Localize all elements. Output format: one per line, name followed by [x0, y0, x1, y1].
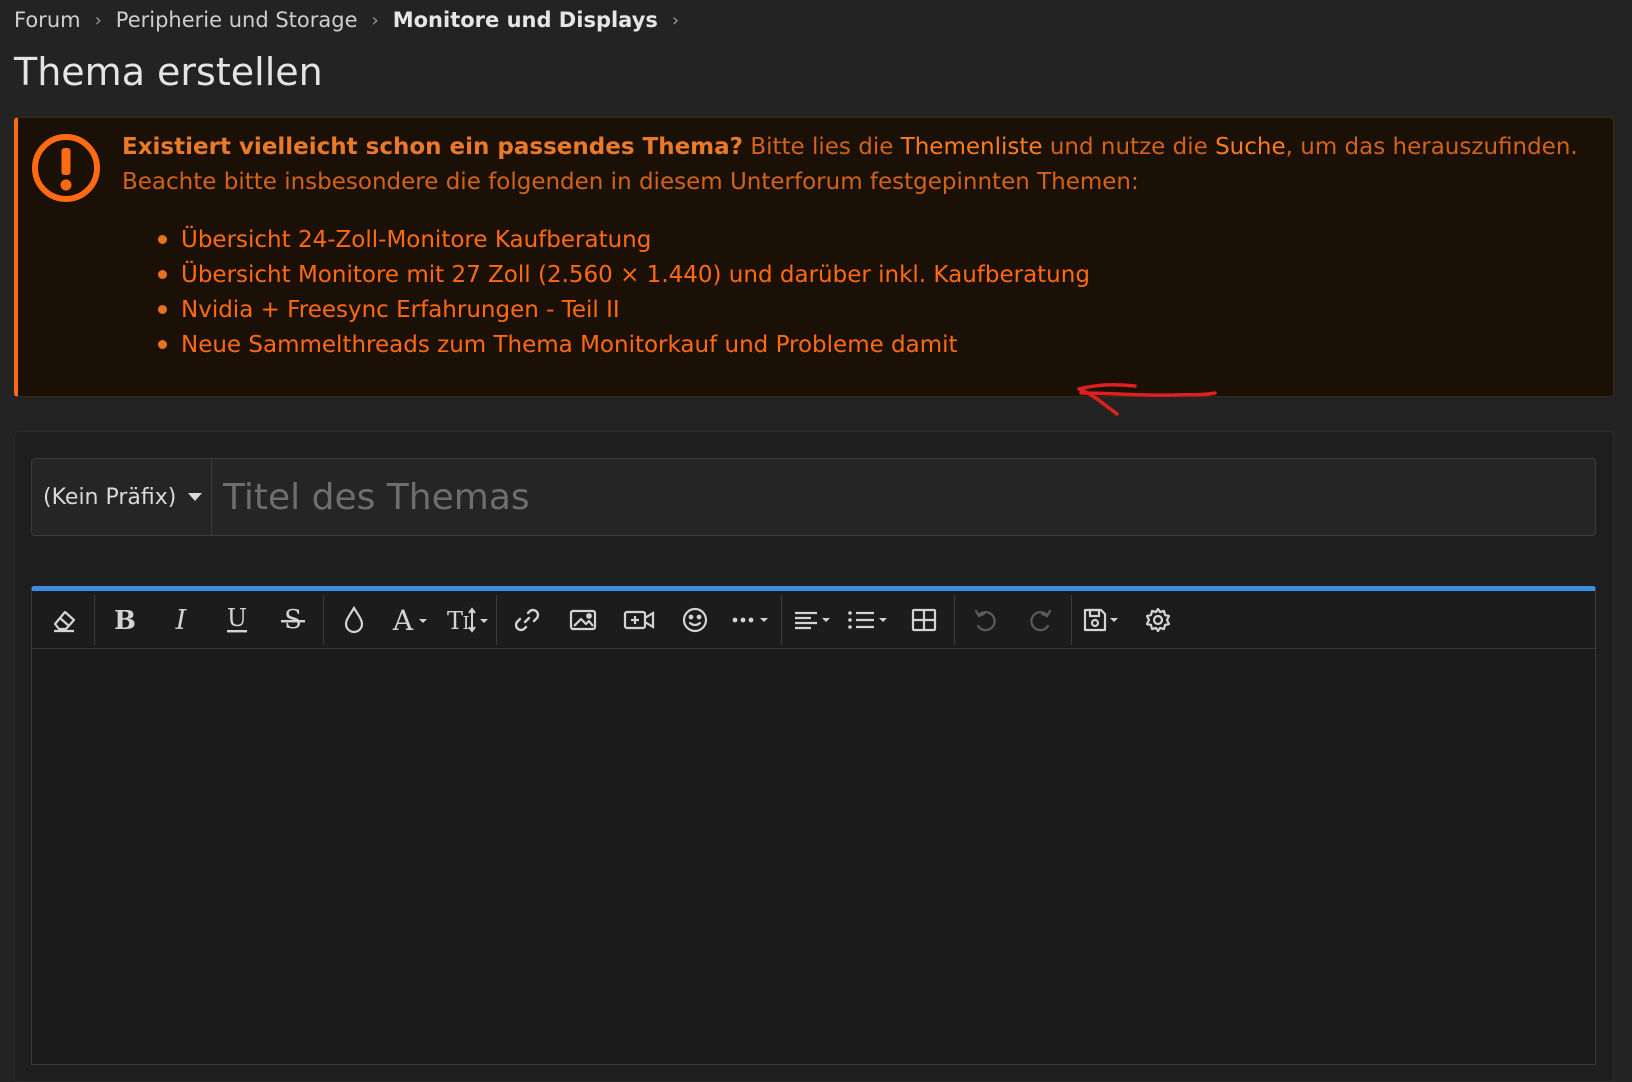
underline-icon[interactable]: U	[209, 595, 265, 645]
title-row: (Kein Präfix)	[31, 458, 1596, 536]
font-size-icon[interactable]: TI	[438, 595, 494, 645]
svg-text:U: U	[227, 605, 247, 632]
toolbar-divider	[323, 594, 324, 645]
bullet-icon	[158, 305, 167, 314]
pinned-thread-link[interactable]: Neue Sammelthreads zum Thema Monitorkauf…	[158, 327, 1090, 362]
pinned-thread-link[interactable]: Nvidia + Freesync Erfahrungen - Teil II	[158, 292, 1090, 327]
toolbar-divider	[94, 594, 95, 645]
editor-content-area[interactable]	[32, 653, 1595, 1064]
toolbar-divider	[1071, 594, 1072, 645]
notice-text: Existiert vielleicht schon ein passendes…	[122, 130, 1592, 200]
notice-text-1: Bitte lies die	[743, 134, 901, 160]
bullet-icon	[158, 235, 167, 244]
image-icon[interactable]	[555, 595, 611, 645]
align-icon[interactable]	[784, 595, 840, 645]
chevron-right-icon: ›	[94, 9, 102, 31]
toolbar-divider	[781, 594, 782, 645]
breadcrumb-peripherie-und-storage[interactable]: Peripherie und Storage	[116, 8, 358, 32]
redo-icon[interactable]	[1013, 595, 1069, 645]
notice-text-2: und nutze die	[1042, 134, 1216, 160]
chevron-right-icon: ›	[671, 9, 680, 31]
font-family-icon[interactable]: A	[382, 595, 438, 645]
thread-title-input[interactable]	[212, 459, 1595, 535]
svg-text:T: T	[447, 607, 463, 635]
themenliste-link[interactable]: Themenliste	[901, 134, 1043, 160]
bold-icon[interactable]: B	[97, 595, 153, 645]
notice-lead: Existiert vielleicht schon ein passendes…	[122, 134, 744, 160]
breadcrumb-forum[interactable]: Forum	[14, 8, 81, 32]
video-icon[interactable]	[611, 595, 667, 645]
text-color-icon[interactable]	[326, 595, 382, 645]
svg-text:B: B	[114, 606, 136, 634]
more-icon[interactable]	[723, 595, 779, 645]
red-arrow-annotation-icon	[1077, 383, 1217, 416]
settings-icon[interactable]	[1130, 595, 1186, 645]
toolbar-divider	[496, 594, 497, 645]
prefix-value: (Kein Präfix)	[43, 484, 177, 510]
editor-toolbar: B I U S A TI	[32, 591, 1595, 649]
pinned-thread-title[interactable]: Übersicht 24-Zoll-Monitore Kaufberatung	[181, 227, 651, 253]
page-title: Thema erstellen	[14, 50, 323, 94]
pinned-thread-title[interactable]: Übersicht Monitore mit 27 Zoll (2.560 × …	[181, 262, 1090, 288]
caret-down-icon	[188, 493, 203, 501]
breadcrumb: Forum › Peripherie und Storage › Monitor…	[14, 8, 693, 32]
eraser-icon[interactable]	[36, 595, 92, 645]
pinned-thread-title[interactable]: Neue Sammelthreads zum Thema Monitorkauf…	[181, 332, 958, 358]
list-icon[interactable]	[840, 595, 896, 645]
breadcrumb-monitore-und-displays[interactable]: Monitore und Displays	[393, 8, 658, 32]
pinned-thread-list: Übersicht 24-Zoll-Monitore Kaufberatung …	[158, 222, 1090, 362]
existing-thread-notice: Existiert vielleicht schon ein passendes…	[14, 117, 1614, 416]
italic-icon[interactable]: I	[153, 595, 209, 645]
prefix-select[interactable]: (Kein Präfix)	[32, 459, 212, 535]
svg-text:I: I	[462, 613, 469, 634]
pinned-thread-link[interactable]: Übersicht 24-Zoll-Monitore Kaufberatung	[158, 222, 1090, 257]
strikethrough-icon[interactable]: S	[265, 595, 321, 645]
suche-link[interactable]: Suche	[1215, 134, 1286, 160]
bullet-icon	[158, 270, 167, 279]
svg-text:A: A	[392, 605, 414, 635]
chevron-right-icon: ›	[371, 9, 379, 31]
svg-text:I: I	[175, 606, 188, 634]
table-icon[interactable]	[896, 595, 952, 645]
pinned-thread-link[interactable]: Übersicht Monitore mit 27 Zoll (2.560 × …	[158, 257, 1090, 292]
rich-text-editor: B I U S A TI	[31, 586, 1596, 1065]
exclamation-circle-icon	[32, 134, 100, 202]
toolbar-divider	[954, 594, 955, 645]
undo-icon[interactable]	[957, 595, 1013, 645]
emoji-icon[interactable]	[667, 595, 723, 645]
new-thread-form: (Kein Präfix) B I U S	[14, 431, 1614, 1082]
drafts-icon[interactable]	[1074, 595, 1130, 645]
link-icon[interactable]	[499, 595, 555, 645]
pinned-thread-title[interactable]: Nvidia + Freesync Erfahrungen - Teil II	[181, 297, 620, 323]
bullet-icon	[158, 340, 167, 349]
